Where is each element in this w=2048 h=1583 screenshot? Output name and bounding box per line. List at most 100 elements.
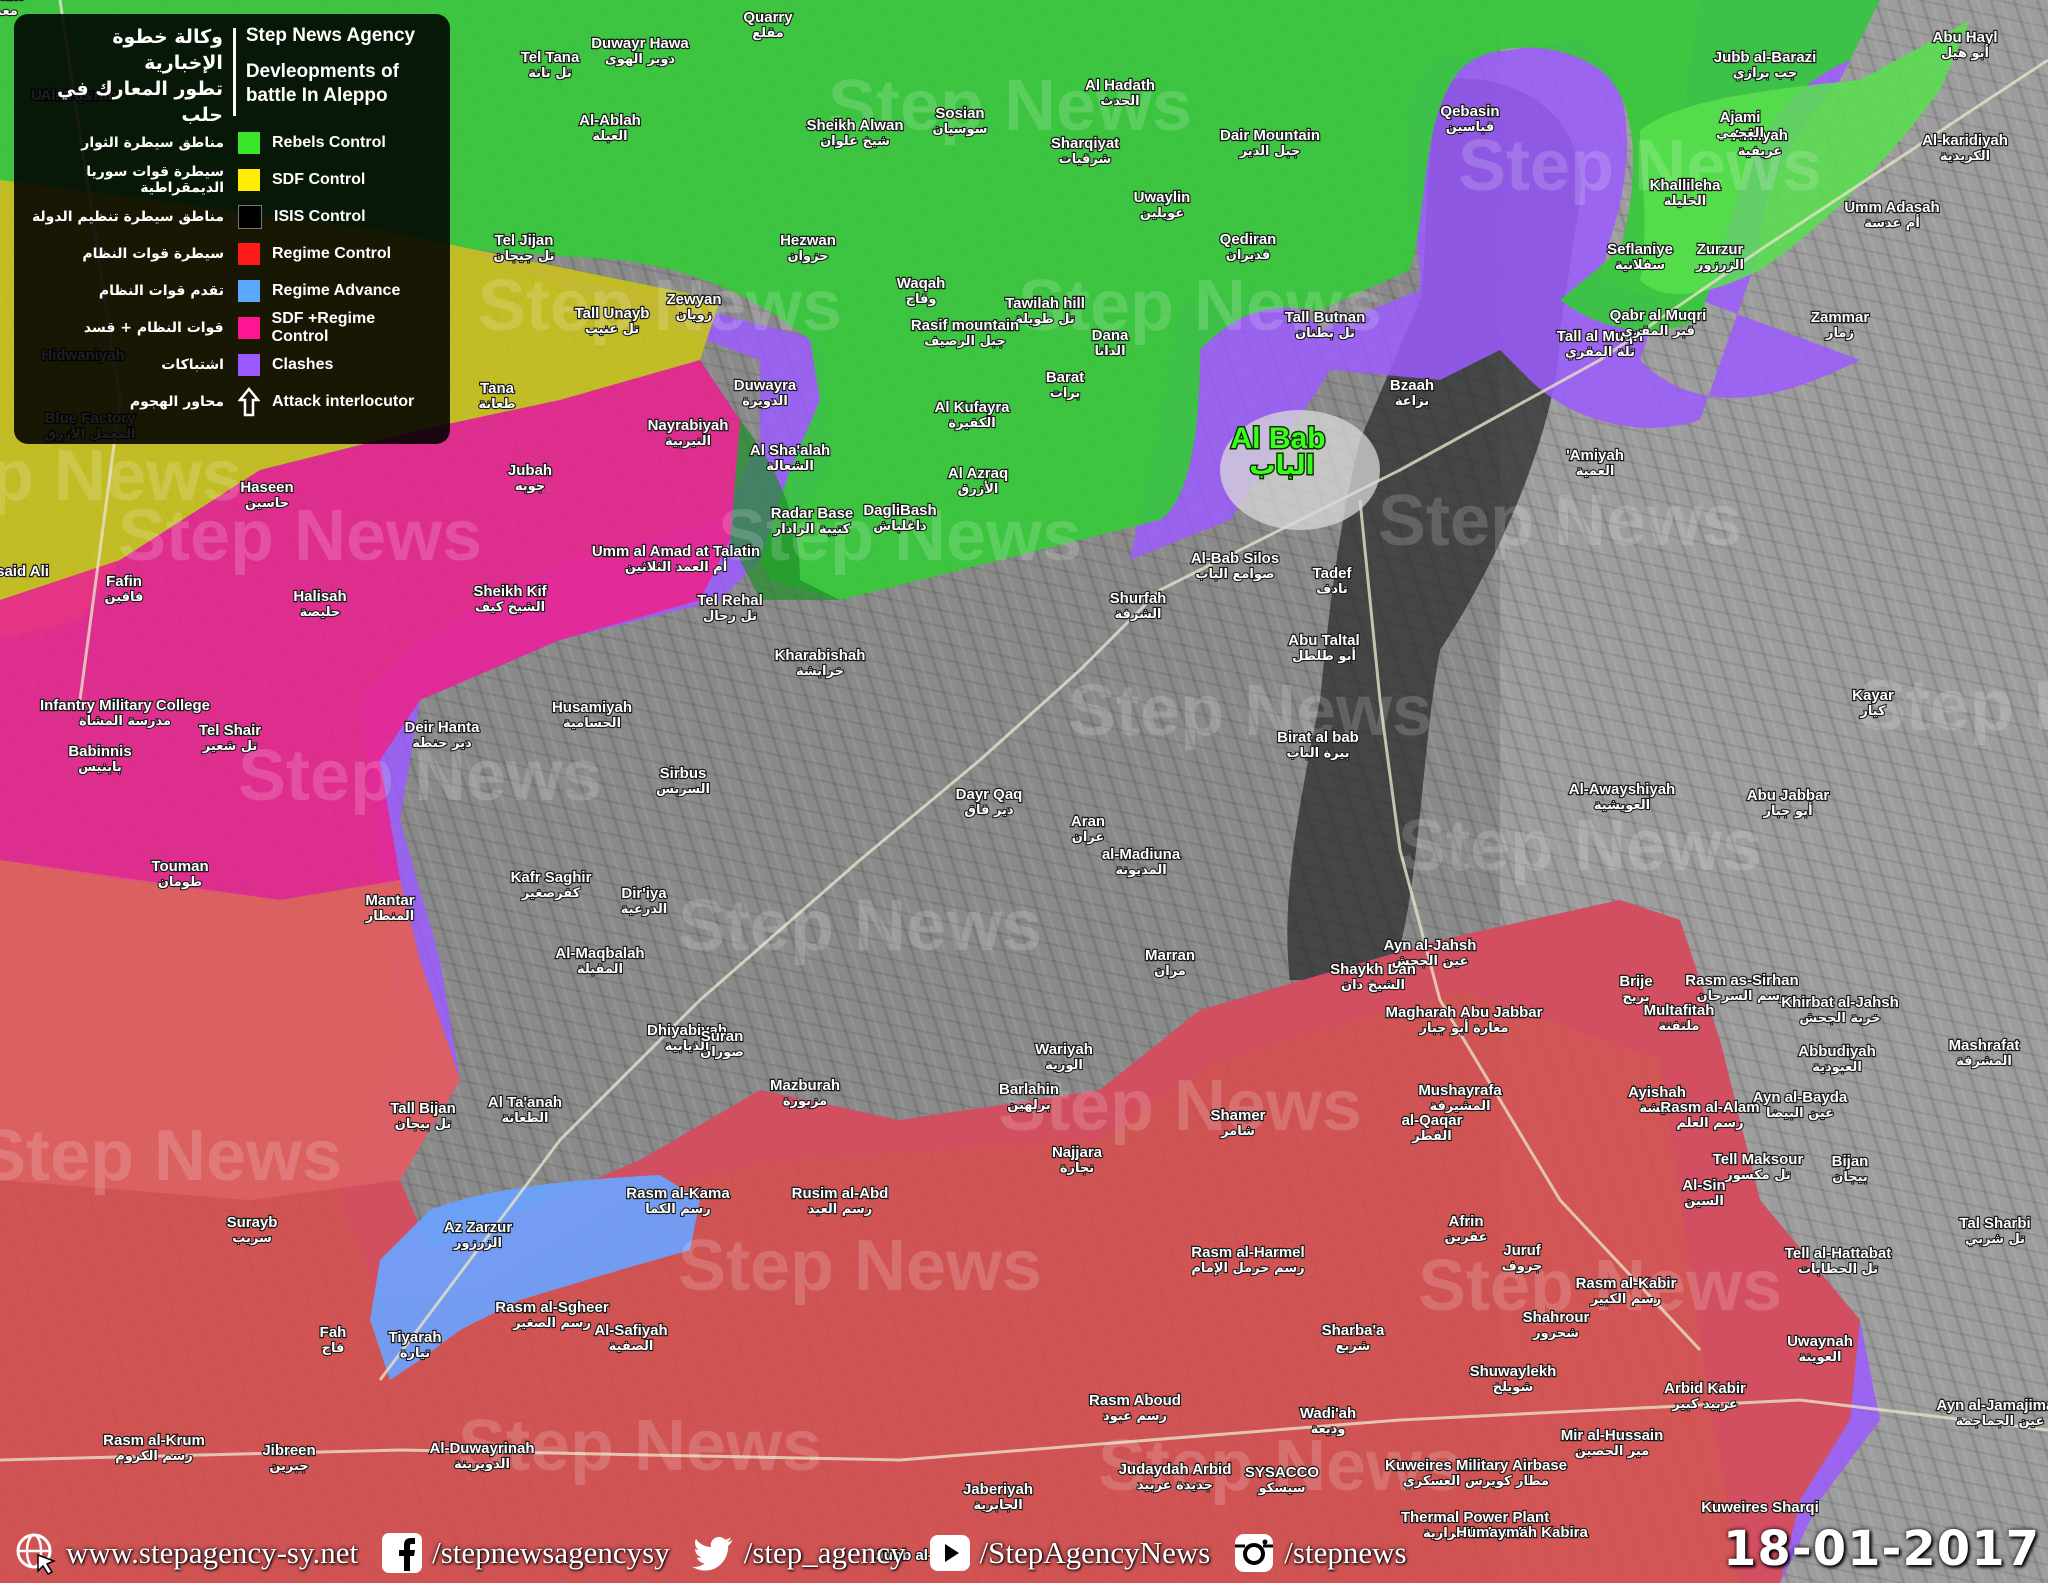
place-name-ar: الشيخ دان: [1341, 978, 1405, 993]
place-name: Umm al Amad at Talatin: [592, 543, 760, 560]
place-label: Toumanطومان: [150, 857, 210, 891]
place-name-ar: بيجان: [1832, 1170, 1868, 1185]
place-name-ar: شحرور: [1532, 1326, 1579, 1341]
place-label: Tal Sharbiتل شربي: [1958, 1214, 2032, 1248]
place-name-ar: مير الحصين: [1575, 1444, 1650, 1459]
place-name-ar: الصفية: [609, 1339, 654, 1354]
place-name-ar: السربس: [656, 782, 710, 797]
place-name: SYSACCO: [1245, 1464, 1320, 1481]
place-name: al-Madiuna: [1102, 846, 1181, 863]
footer-youtube[interactable]: /StepAgencyNews: [928, 1531, 1211, 1575]
place-label: Tanaطعانة: [477, 379, 516, 413]
facebook-link[interactable]: /stepnewsagencysy: [432, 1535, 670, 1571]
place-name: Shurfah: [1110, 590, 1167, 607]
legend-swatch: [238, 204, 262, 229]
place-name-ar: أبو جبار: [1762, 802, 1812, 819]
place-name: Ajami: [1720, 109, 1761, 126]
place-label: Rasm al-Krumرسم الكروم: [102, 1431, 206, 1465]
place-name: Tana: [480, 380, 515, 397]
place-name: Kuweires Sharqi: [1701, 1499, 1819, 1516]
place-name-ar: شربع: [1336, 1339, 1371, 1354]
place-name: Tall Butnan: [1285, 309, 1366, 326]
place-name: Mir al-Hussain: [1561, 1427, 1664, 1444]
place-label: Fafinفافين: [103, 572, 144, 606]
legend-item-label: Rebels Control: [272, 133, 386, 151]
place-name-ar: الطعانة: [502, 1111, 549, 1126]
place-name: Brije: [1619, 973, 1652, 990]
legend-item-label: Regime Control: [272, 244, 392, 262]
youtube-link[interactable]: /StepAgencyNews: [980, 1535, 1211, 1571]
place-name-ar: عين البيضا: [1766, 1106, 1834, 1121]
place-label: Bzaahبزاعة: [1389, 376, 1436, 410]
place-name: Mashrafat: [1949, 1037, 2020, 1054]
place-name-ar: رسم حرمل الإمام: [1191, 1261, 1304, 1276]
place-label: Ayn al-Jahshعين الجحش: [1382, 936, 1477, 970]
place-label: Sheikh Kifالشيخ كيف: [472, 582, 549, 616]
place-name: 'Amiyah: [1566, 447, 1624, 464]
footer-instagram[interactable]: /stepnews: [1232, 1531, 1407, 1575]
place-name-ar: العوينة: [1799, 1350, 1842, 1365]
place-name-ar: رسم العلم: [1676, 1116, 1743, 1131]
place-name: Quarry: [743, 9, 793, 26]
twitter-link[interactable]: /step_agency: [744, 1535, 906, 1571]
instagram-link[interactable]: /stepnews: [1284, 1535, 1406, 1571]
place-label: Sharqiyatشرقيات: [1050, 134, 1121, 168]
place-name: Dayr Qaq: [956, 786, 1023, 803]
legend-item: سيطرة قوات النظام Regime Control: [28, 235, 436, 272]
place-label: Duwayraالدويرة: [733, 376, 799, 410]
place-label: Jibreenجبرين: [261, 1441, 317, 1475]
place-name: Rasm al-Sgheer: [495, 1299, 609, 1316]
legend-divider: [232, 28, 236, 116]
place-name-ar: الدرعية: [621, 902, 667, 917]
footer-facebook[interactable]: /stepnewsagencysy: [380, 1531, 670, 1575]
place-name: Tawilah hill: [1005, 295, 1085, 312]
place-name-ar: تل تانة: [528, 66, 572, 81]
place-name-ar: رسم الصغير: [512, 1316, 591, 1331]
place-name-ar: تل جيجان: [493, 249, 554, 264]
place-name-ar: دير حنطة: [412, 736, 472, 751]
place-name-ar: الدانا: [1094, 344, 1125, 359]
legend-item-label-ar: مناطق سيطرة الثوار: [81, 134, 224, 151]
place-name: Al-Awayshiyah: [1569, 781, 1675, 798]
place-name: Bzaah: [1390, 377, 1434, 394]
place-name: Halisah: [293, 588, 346, 605]
place-name-ar: رسم العبد: [808, 1202, 872, 1217]
place-name-ar: الكفيرة: [948, 416, 995, 431]
youtube-icon: [929, 1535, 970, 1571]
place-name: Dir'iya: [621, 885, 667, 902]
place-name-ar: الزرزور: [1695, 258, 1744, 273]
place-name: Dair Mountain: [1220, 127, 1320, 144]
legend-item: قوات النظام + قسد SDF +Regime Control: [28, 309, 436, 346]
place-name: Kharabishah: [775, 647, 866, 664]
place-name-ar: الكريدية: [1940, 149, 1990, 164]
place-label: Alsaid Ali: [0, 562, 50, 581]
place-name: Husamiyah: [552, 699, 632, 716]
place-name-ar: تادف: [1316, 582, 1348, 597]
place-name: Dana: [1092, 327, 1129, 344]
place-name-ar: مطار كويرس العسكري: [1403, 1474, 1549, 1489]
place-name-ar: زويان: [676, 308, 712, 323]
place-name: Qabr al Muqri: [1610, 307, 1707, 324]
place-name-ar: دير قاق: [964, 803, 1014, 818]
place-name: Seflaniye: [1607, 241, 1673, 258]
place-label: Al-Sinالسين: [1681, 1176, 1727, 1210]
place-name-ar: جب برازي: [1733, 66, 1797, 81]
place-name: Wadi'ah: [1300, 1405, 1356, 1422]
place-name-ar: تل رحال: [703, 609, 757, 624]
place-name: Rasm al-Alam: [1660, 1099, 1759, 1116]
place-label: Ajamiالعجمي: [1715, 108, 1765, 142]
place-label: Aranعران: [1070, 812, 1107, 846]
footer-website[interactable]: www.stepagency-sy.net: [14, 1531, 358, 1575]
place-label: Qebasinقباسين: [1439, 102, 1501, 136]
place-label: Tall Butnanتل بطنان: [1284, 308, 1367, 342]
place-label: Mir al-Hussainمير الحصين: [1560, 1426, 1665, 1460]
place-name: Deir Hanta: [404, 719, 480, 736]
legend-title-ar-agency: وكالة خطوة الإخبارية: [112, 26, 223, 74]
place-name-ar: تلة المقري: [1565, 345, 1635, 360]
footer-twitter[interactable]: /step_agency: [692, 1531, 906, 1575]
place-name-ar: تل طويلة: [1015, 312, 1074, 327]
place-name: Al Ta'anah: [488, 1094, 562, 1111]
place-name-ar: رسم الكما: [645, 1202, 710, 1217]
website-link[interactable]: www.stepagency-sy.net: [66, 1535, 358, 1571]
place-label: Baratبرات: [1045, 368, 1086, 402]
